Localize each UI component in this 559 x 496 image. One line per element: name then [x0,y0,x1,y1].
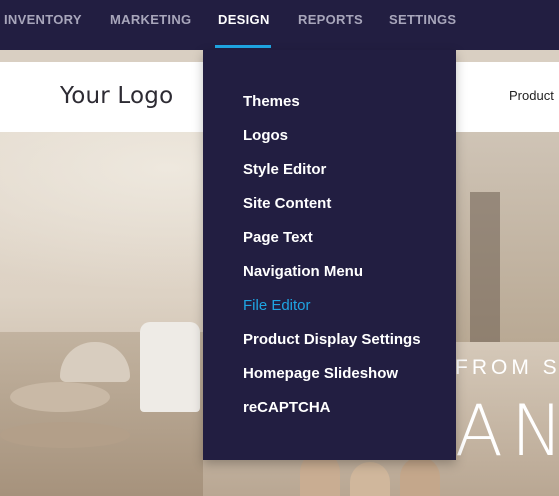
hero-bowl [0,422,130,448]
hero-tagline: FROM S [455,356,559,379]
design-dropdown-menu: Themes Logos Style Editor Site Content P… [203,50,456,460]
hero-pot-3 [10,382,110,412]
menu-item-page-text[interactable]: Page Text [243,226,313,250]
admin-top-nav: INVENTORY MARKETING DESIGN REPORTS SETTI… [0,0,559,50]
active-tab-indicator [215,45,271,48]
hero-pot-1 [140,322,200,412]
hero-headline: AND [455,390,559,472]
menu-item-style-editor[interactable]: Style Editor [243,158,326,182]
nav-reports[interactable]: REPORTS [298,0,363,50]
menu-item-recaptcha[interactable]: reCAPTCHA [243,396,331,420]
hero-stool [470,192,500,342]
menu-item-site-content[interactable]: Site Content [243,192,331,216]
nav-design[interactable]: DESIGN [218,0,270,50]
menu-item-navigation-menu[interactable]: Navigation Menu [243,260,363,284]
store-nav-product-link[interactable]: Product [509,88,554,103]
nav-settings[interactable]: SETTINGS [389,0,456,50]
store-logo[interactable]: Your Logo [60,83,173,109]
menu-item-homepage-slideshow[interactable]: Homepage Slideshow [243,362,398,386]
menu-item-themes[interactable]: Themes [243,90,300,114]
nav-marketing[interactable]: MARKETING [110,0,191,50]
menu-item-logos[interactable]: Logos [243,124,288,148]
nav-inventory[interactable]: INVENTORY [4,0,82,50]
hero-cone-3 [400,457,440,496]
menu-item-product-display-settings[interactable]: Product Display Settings [243,328,421,352]
hero-cone-2 [350,462,390,496]
menu-item-file-editor[interactable]: File Editor [243,294,311,318]
